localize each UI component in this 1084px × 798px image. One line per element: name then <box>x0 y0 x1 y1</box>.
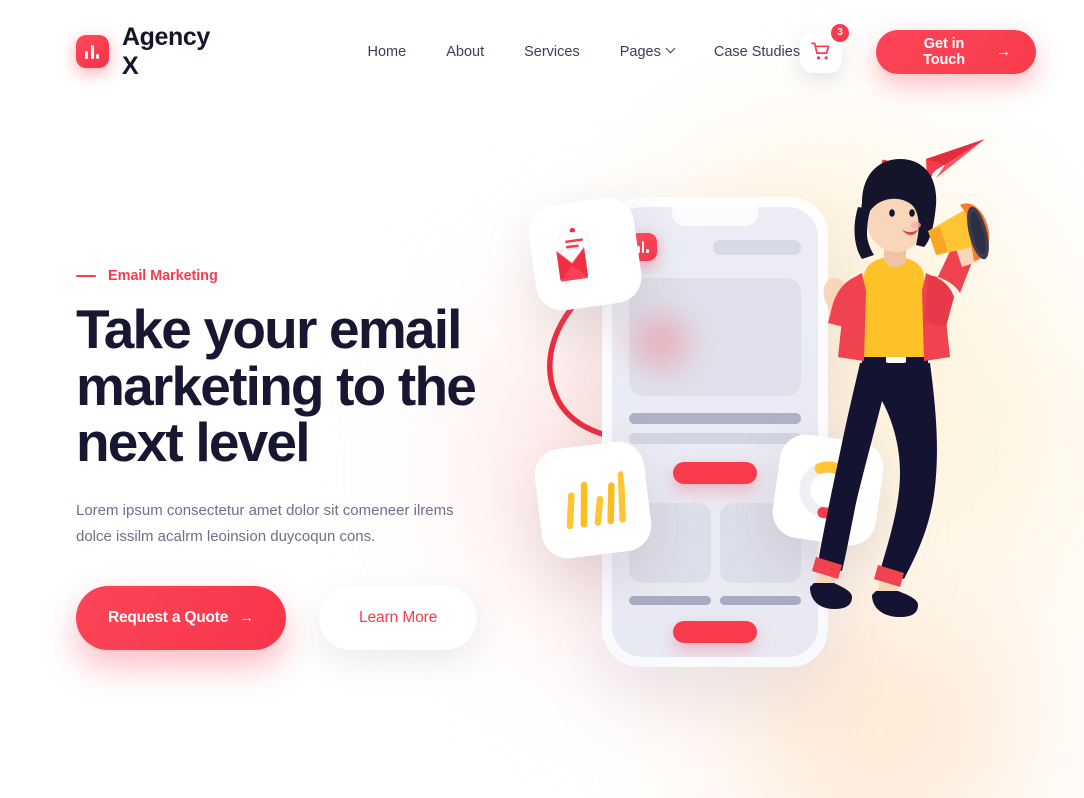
nav-item-pages[interactable]: Pages <box>619 43 676 60</box>
site-header: Agency X Home About Services Pages Case … <box>0 0 1084 103</box>
cart-badge-count: 3 <box>831 23 849 42</box>
hero-subtitle: Lorem ipsum consectetur amet dolor sit c… <box>76 501 454 545</box>
nav-label: Home <box>367 43 407 60</box>
get-in-touch-button[interactable]: Get in Touch → <box>876 29 1036 74</box>
arrow-right-icon: → <box>996 43 1011 60</box>
nav-item-home[interactable]: Home <box>368 44 407 60</box>
chevron-down-icon <box>665 43 676 54</box>
nav-label: Case Studies <box>713 43 801 60</box>
hero-eyebrow: Email Marketing <box>76 268 1084 284</box>
nav-label: Services <box>524 43 580 60</box>
arrow-right-icon: → <box>239 609 254 627</box>
nav-label: About <box>446 43 485 60</box>
character-eye <box>889 209 895 217</box>
cart-button[interactable]: 3 <box>800 23 849 73</box>
brand-name: Agency X <box>121 22 210 80</box>
nav-label: Pages <box>619 43 661 60</box>
eyebrow-dash-icon <box>76 274 96 278</box>
character-blush <box>911 221 921 229</box>
main-navigation: Home About Services Pages Case Studies <box>368 44 801 60</box>
learn-more-button[interactable]: Learn More <box>318 585 478 650</box>
phone-notch <box>672 207 758 226</box>
hero-eyebrow-label: Email Marketing <box>108 268 218 284</box>
bar-chart-icon <box>76 35 109 68</box>
nav-item-case-studies[interactable]: Case Studies <box>714 44 800 60</box>
nav-item-services[interactable]: Services <box>524 44 580 60</box>
hero-section: Email Marketing Take your email marketin… <box>0 268 1084 650</box>
header-actions: 3 Get in Touch → <box>800 23 1036 74</box>
get-in-touch-label: Get in Touch <box>923 35 965 68</box>
hero-cta-group: Request a Quote → Learn More <box>76 585 1084 650</box>
nav-item-about[interactable]: About <box>446 44 484 60</box>
phone-top-row <box>629 233 801 261</box>
phone-placeholder-title <box>713 239 801 255</box>
character-eye <box>909 209 915 217</box>
brand-logo[interactable]: Agency X <box>76 23 233 81</box>
shopping-cart-icon <box>810 42 829 60</box>
hero-title: Take your email marketing to the next le… <box>76 298 477 474</box>
request-a-quote-label: Request a Quote <box>108 608 229 626</box>
request-a-quote-button[interactable]: Request a Quote → <box>76 585 286 650</box>
